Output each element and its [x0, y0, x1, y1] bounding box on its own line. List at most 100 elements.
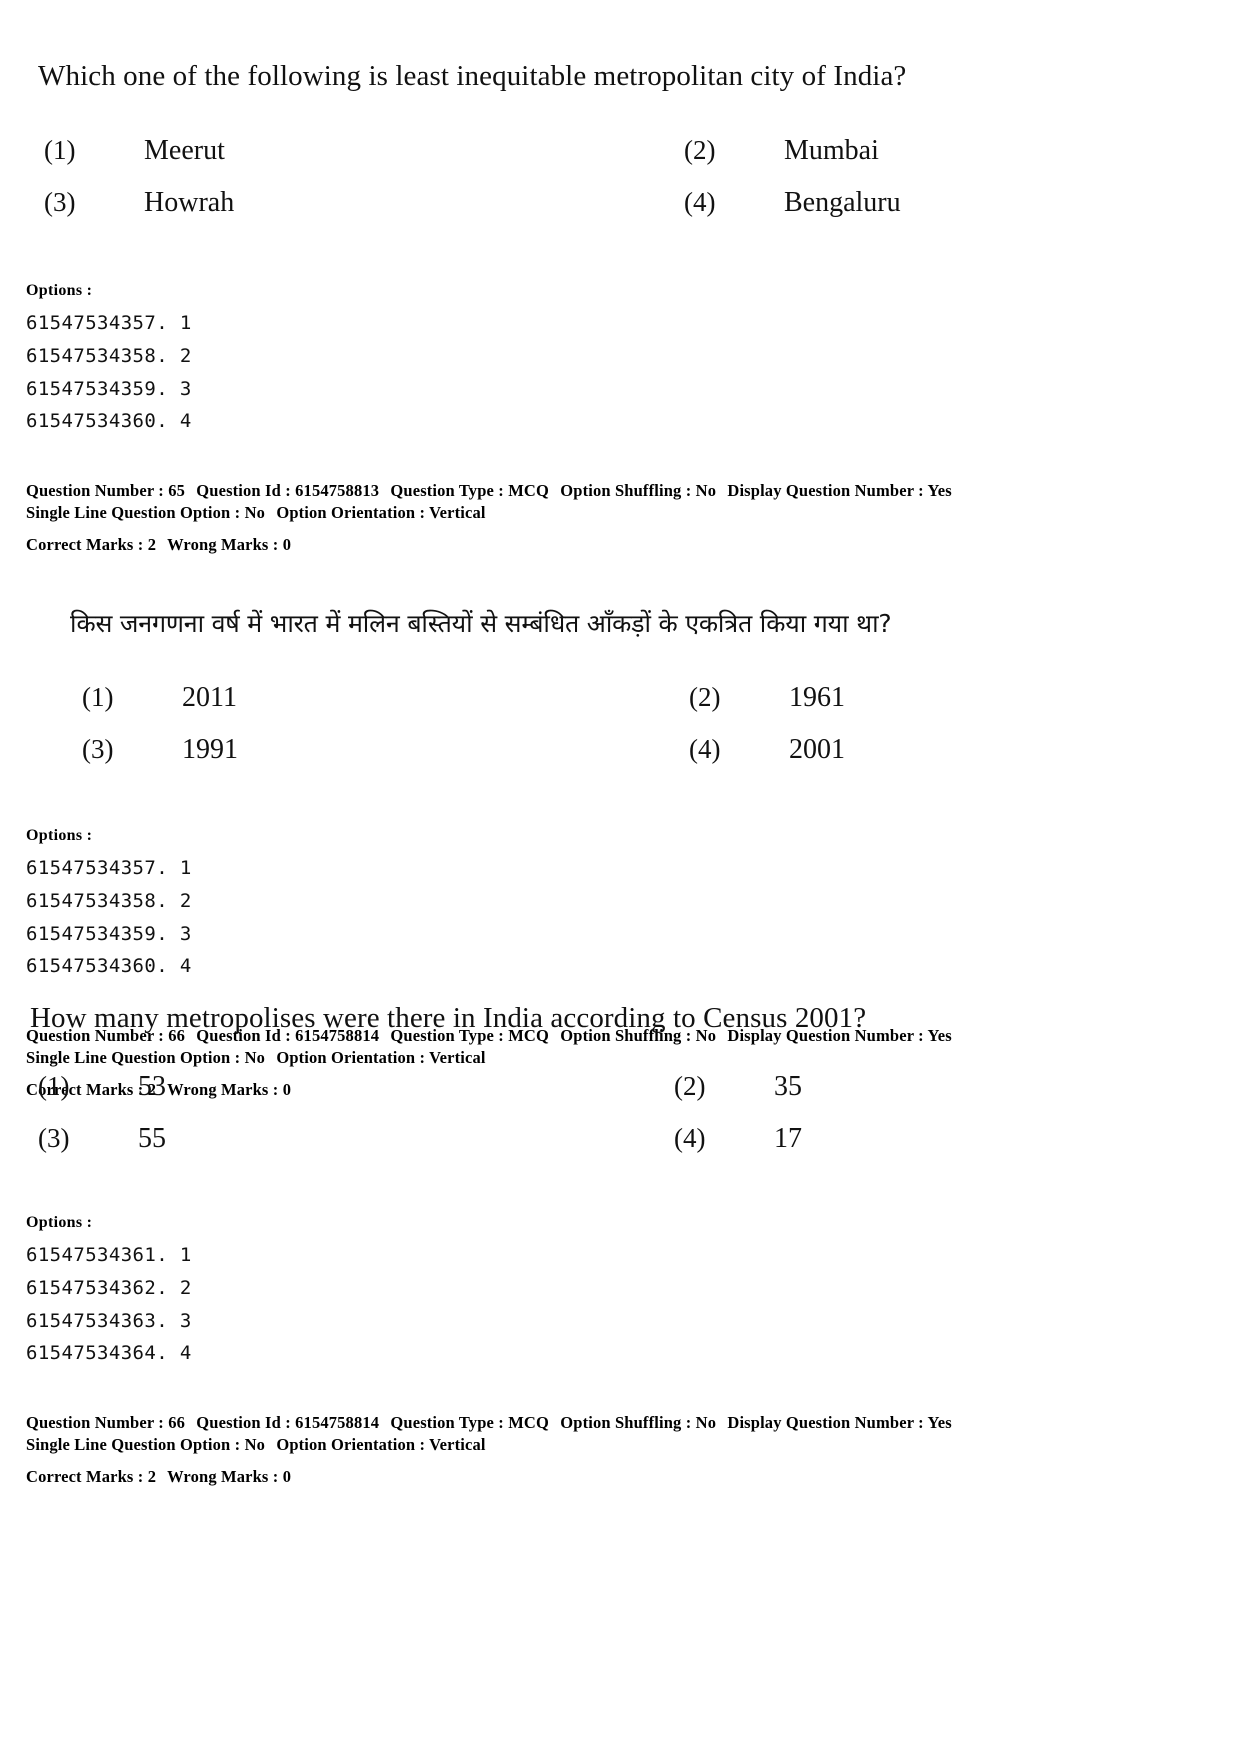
metadata-line-1: Question Number : 65 Question Id : 61547…	[26, 480, 1240, 502]
choice-number: (1)	[82, 682, 114, 713]
exam-page: Which one of the following is least ineq…	[0, 0, 1240, 1754]
display-question-number-label: Display Question Number :	[727, 480, 924, 500]
choice-number: (4)	[684, 187, 716, 218]
correct-marks-label: Correct Marks :	[26, 535, 144, 555]
wrong-marks-value: 0	[282, 1467, 292, 1487]
choice-option-3[interactable]: (3) 1991	[82, 729, 689, 771]
option-id-4: 61547534360. 4	[26, 410, 192, 433]
option-id-1: 61547534357. 1	[26, 857, 192, 880]
option-id-3: 61547534363. 3	[26, 1309, 192, 1332]
choice-label: 1991	[182, 734, 238, 766]
choice-label: Bengaluru	[784, 187, 901, 219]
choice-option-1[interactable]: (1) 53	[38, 1066, 674, 1108]
choice-label: 17	[774, 1123, 802, 1155]
choice-list: (1) 53 (2) 35 (3) 55 (4) 17	[38, 1066, 1240, 1160]
choice-option-1[interactable]: (1) Meerut	[44, 130, 684, 172]
choice-list: (1) 2011 (2) 1961 (3) 1991 (4) 2001	[82, 677, 1240, 771]
choice-number: (2)	[684, 135, 716, 166]
choice-option-2[interactable]: (2) 1961	[689, 677, 1240, 719]
option-id-2: 61547534362. 2	[26, 1276, 192, 1299]
option-id-4: 61547534360. 4	[26, 955, 192, 978]
question-text: Which one of the following is least ineq…	[38, 60, 907, 92]
question-id-value: 6154758814	[295, 1412, 380, 1432]
single-line-question-option-label: Single Line Question Option :	[26, 1434, 241, 1454]
option-shuffling-value: No	[695, 1412, 717, 1432]
choice-label: 53	[138, 1071, 166, 1103]
correct-marks-label: Correct Marks :	[26, 1467, 144, 1487]
display-question-number-label: Display Question Number :	[727, 1412, 924, 1432]
question-metadata: Question Number : 66 Question Id : 61547…	[26, 1412, 1240, 1488]
choice-label: 55	[138, 1123, 166, 1155]
choice-option-2[interactable]: (2) 35	[674, 1066, 1240, 1108]
question-metadata: Question Number : 65 Question Id : 61547…	[26, 480, 1240, 556]
choice-number: (4)	[689, 734, 721, 765]
choice-number: (2)	[674, 1071, 706, 1102]
question-text: किस जनगणना वर्ष में भारत में मलिन बस्तिय…	[70, 609, 892, 638]
question-number-label: Question Number :	[26, 1412, 164, 1432]
option-shuffling-label: Option Shuffling :	[560, 1412, 692, 1432]
option-orientation-label: Option Orientation :	[276, 502, 426, 522]
choice-label: Howrah	[144, 187, 235, 219]
option-id-2: 61547534358. 2	[26, 344, 192, 367]
question-number-label: Question Number :	[26, 480, 164, 500]
choice-label: 2011	[182, 682, 237, 714]
option-shuffling-label: Option Shuffling :	[560, 480, 692, 500]
question-number-value: 66	[168, 1412, 186, 1432]
options-section: Options : 61547534357. 1 61547534358. 2 …	[26, 827, 1240, 983]
wrong-marks-label: Wrong Marks :	[167, 1467, 279, 1487]
choice-number: (2)	[689, 682, 721, 713]
question-id-label: Question Id :	[196, 480, 291, 500]
option-id-4: 61547534364. 4	[26, 1342, 192, 1365]
choice-option-4[interactable]: (4) 17	[674, 1118, 1240, 1160]
choice-list: (1) Meerut (2) Mumbai (3) Howrah (4) Ben…	[44, 130, 1240, 224]
question-id-value: 6154758813	[295, 480, 380, 500]
choice-number: (1)	[38, 1071, 70, 1102]
option-id-3: 61547534359. 3	[26, 377, 192, 400]
choice-number: (3)	[38, 1123, 70, 1154]
option-orientation-value: Vertical	[429, 502, 486, 522]
display-question-number-value: Yes	[927, 480, 952, 500]
question-type-value: MCQ	[508, 1412, 549, 1432]
choice-option-3[interactable]: (3) 55	[38, 1118, 674, 1160]
question-id-label: Question Id :	[196, 1412, 291, 1432]
correct-marks-value: 2	[147, 1467, 157, 1487]
choice-label: Mumbai	[784, 135, 879, 167]
wrong-marks-value: 0	[282, 535, 292, 555]
options-section: Options : 61547534357. 1 61547534358. 2 …	[26, 282, 1240, 438]
single-line-question-option-value: No	[244, 1434, 266, 1454]
options-heading: Options :	[26, 1214, 93, 1232]
wrong-marks-label: Wrong Marks :	[167, 535, 279, 555]
choice-option-1[interactable]: (1) 2011	[82, 677, 689, 719]
metadata-line-2: Single Line Question Option : No Option …	[26, 502, 1240, 524]
metadata-line-1: Question Number : 66 Question Id : 61547…	[26, 1412, 1240, 1434]
question-type-label: Question Type :	[390, 1412, 504, 1432]
choice-label: 1961	[789, 682, 845, 714]
choice-number: (3)	[82, 734, 114, 765]
option-id-2: 61547534358. 2	[26, 889, 192, 912]
metadata-line-3: Correct Marks : 2 Wrong Marks : 0	[26, 1466, 1240, 1488]
option-id-3: 61547534359. 3	[26, 922, 192, 945]
correct-marks-value: 2	[147, 535, 157, 555]
option-orientation-value: Vertical	[429, 1434, 486, 1454]
question-type-value: MCQ	[508, 480, 549, 500]
question-text: How many metropolises were there in Indi…	[30, 1002, 867, 1034]
option-id-1: 61547534357. 1	[26, 312, 192, 335]
option-shuffling-value: No	[695, 480, 717, 500]
options-heading: Options :	[26, 282, 93, 300]
choice-option-4[interactable]: (4) Bengaluru	[684, 182, 1240, 224]
choice-label: Meerut	[144, 135, 225, 167]
question-block-1: Which one of the following is least ineq…	[0, 58, 1240, 556]
choice-label: 2001	[789, 734, 845, 766]
choice-option-4[interactable]: (4) 2001	[689, 729, 1240, 771]
single-line-question-option-value: No	[244, 502, 266, 522]
choice-label: 35	[774, 1071, 802, 1103]
option-id-1: 61547534361. 1	[26, 1244, 192, 1267]
options-heading: Options :	[26, 827, 93, 845]
choice-option-3[interactable]: (3) Howrah	[44, 182, 684, 224]
option-orientation-label: Option Orientation :	[276, 1434, 426, 1454]
choice-number: (3)	[44, 187, 76, 218]
metadata-line-2: Single Line Question Option : No Option …	[26, 1434, 1240, 1456]
single-line-question-option-label: Single Line Question Option :	[26, 502, 241, 522]
choice-number: (4)	[674, 1123, 706, 1154]
choice-option-2[interactable]: (2) Mumbai	[684, 130, 1240, 172]
